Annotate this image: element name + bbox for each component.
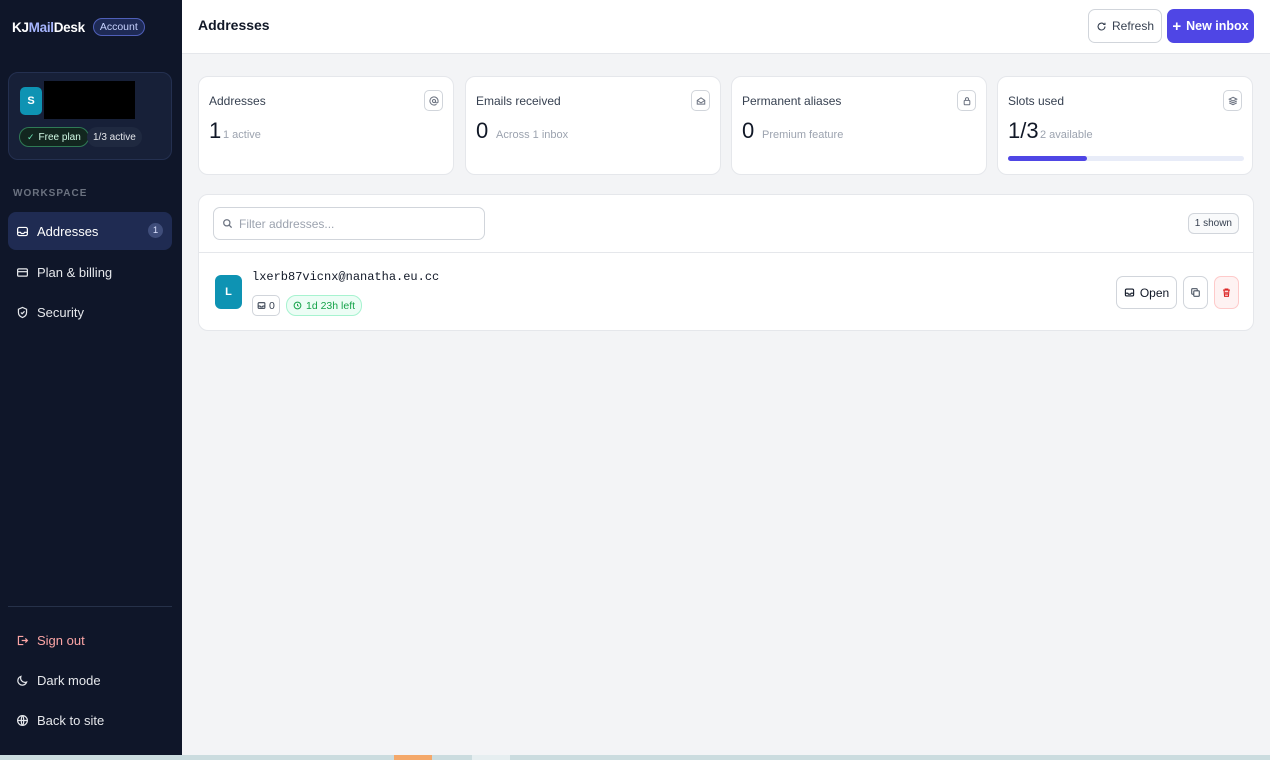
back-to-site-label: Back to site [37,712,105,728]
expiry-badge: 1d 23h left [286,295,363,316]
slots-progress-bar [1008,156,1244,161]
stat-card-addresses: Addresses 1 1 active [198,76,454,175]
sidebar: KJMailDesk Account S ✓ Free plan 1/3 act… [0,0,182,755]
page-title: Addresses [198,17,270,33]
dark-mode-label: Dark mode [37,672,101,688]
refresh-icon [1097,22,1106,31]
open-button[interactable]: Open [1116,276,1177,309]
panel-divider [199,252,1253,253]
address-list-panel: 1 shown L lxerb87vicnx@nanatha.eu.cc 0 1… [198,194,1254,331]
addresses-count-badge: 1 [148,223,163,238]
new-inbox-label: New inbox [1186,19,1249,33]
stat-value: 1 [209,118,222,143]
sidebar-divider [8,606,172,607]
search-icon [223,219,233,229]
sidebar-item-plan-billing[interactable]: Plan & billing [8,253,172,291]
active-count-badge: 1/3 active [87,127,142,147]
sign-out-label: Sign out [37,632,85,648]
sidebar-item-label: Addresses [37,223,99,239]
avatar: S [20,87,42,115]
account-badge[interactable]: Account [92,18,145,36]
stat-label: Permanent aliases [742,94,842,108]
sidebar-item-label: Security [37,304,84,320]
copy-icon [1191,288,1200,297]
user-card: S ✓ Free plan 1/3 active [8,72,172,160]
moon-icon [17,674,28,686]
bottom-strip [0,755,1270,760]
sidebar-item-security[interactable]: Security [8,293,172,331]
strip-segment [394,755,432,760]
stat-value: 0 [742,118,755,143]
top-header: Addresses Refresh + New inbox [182,0,1270,54]
stat-subtext: Premium feature [762,129,844,141]
shown-count-badge: 1 shown [1187,213,1239,234]
redacted-user-name [44,81,135,119]
copy-button[interactable] [1183,276,1208,309]
slots-progress-fill [1008,156,1087,161]
sidebar-item-label: Plan & billing [37,264,113,280]
mail-count-badge: 0 [252,295,280,316]
back-to-site-link[interactable]: Back to site [8,701,172,739]
stat-value: 0 [476,118,489,143]
refresh-label: Refresh [1111,19,1155,33]
clock-icon [293,301,302,310]
globe-icon [17,714,28,726]
shield-icon [17,306,28,318]
plan-badge: ✓ Free plan [19,127,89,147]
strip-segment [472,755,510,760]
address-email[interactable]: lxerb87vicnx@nanatha.eu.cc [252,270,439,284]
logout-icon [17,635,29,645]
filter-addresses-input[interactable] [239,216,469,231]
trash-icon [1223,288,1230,297]
address-avatar: L [215,275,242,309]
open-label: Open [1139,285,1170,300]
check-icon: ✓ [27,131,35,142]
stat-label: Emails received [476,94,561,108]
dark-mode-toggle[interactable]: Dark mode [8,661,172,699]
inbox-icon [17,226,28,236]
brand: KJMailDesk Account [12,18,145,36]
plus-icon: + [1172,17,1182,35]
stat-label: Addresses [209,94,266,108]
credit-card-icon [17,267,28,277]
stat-card-permanent-aliases: Permanent aliases 0 Premium feature [731,76,987,175]
stat-card-slots-used: Slots used 1/3 2 available [997,76,1253,175]
mail-icon [257,302,266,309]
workspace-section-label: WORKSPACE [13,188,88,199]
mail-count-value: 0 [269,299,275,312]
filter-box [213,207,485,240]
layers-icon [1223,90,1242,111]
stat-subtext: 2 available [1040,129,1093,141]
at-icon [424,90,443,111]
new-inbox-button[interactable]: + New inbox [1167,9,1254,43]
stat-value: 1/3 [1008,118,1039,143]
stat-subtext: Across 1 inbox [496,129,569,141]
stat-subtext: 1 active [223,129,261,141]
sign-out-button[interactable]: Sign out [8,621,172,659]
stat-label: Slots used [1008,94,1065,108]
delete-button[interactable] [1214,276,1239,309]
inbox-icon [1124,288,1134,297]
plan-label: Free plan [38,131,81,143]
lock-icon [957,90,976,111]
brand-logo[interactable]: KJMailDesk [12,20,85,35]
mail-open-icon [691,90,710,111]
expiry-value: 1d 23h left [306,299,356,312]
sidebar-item-addresses[interactable]: Addresses 1 [8,212,172,250]
stat-card-emails-received: Emails received 0 Across 1 inbox [465,76,721,175]
refresh-button[interactable]: Refresh [1088,9,1162,43]
